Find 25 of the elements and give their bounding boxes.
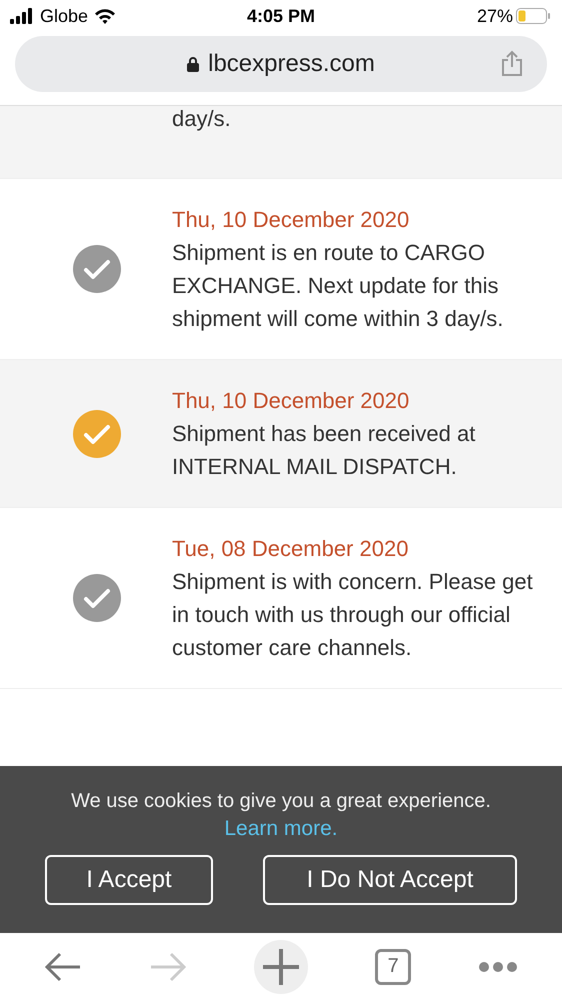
address-bar[interactable]: lbcexpress.com: [15, 36, 547, 92]
battery-percentage: 27%: [476, 6, 513, 26]
cookie-message: We use cookies to give you a great experience.: [71, 790, 491, 813]
signal-icon: [10, 8, 34, 24]
event-date: Thu, 10 December 2020: [172, 387, 410, 415]
event-description: Shipment is with concern. Please get in touch with us through our official customer care channels.: [172, 568, 534, 662]
event-description: Shipment has been received at INTERNAL MAIL DISPATCH.: [172, 420, 476, 481]
clock-time: 4:05 PM: [246, 6, 316, 26]
event-date: Thu, 10 December 2020: [172, 206, 410, 234]
more-icon[interactable]: [478, 960, 518, 972]
battery-icon: [516, 8, 550, 24]
carrier-name: Globe: [40, 6, 88, 26]
url-text: lbcexpress.com: [208, 50, 375, 78]
tab-count-button[interactable]: 7: [375, 948, 412, 984]
new-tab-icon[interactable]: [254, 940, 308, 994]
cookie-button[interactable]: I Do Not Accept: [263, 855, 517, 905]
wifi-icon: [94, 8, 116, 24]
event-description: Shipment is en route to CARGO EXCHANGE. Next update for this shipment will come within 3 day/s.: [172, 239, 504, 333]
event-date: Tue, 08 December 2020: [172, 535, 410, 563]
share-icon[interactable]: [501, 50, 523, 76]
back-icon[interactable]: [44, 952, 82, 982]
learn-more-link[interactable]: Learn more.: [224, 817, 338, 841]
lock-icon: [187, 56, 200, 72]
cookie-button[interactable]: I Accept: [45, 855, 213, 905]
event-description: day/s.: [172, 106, 232, 132]
